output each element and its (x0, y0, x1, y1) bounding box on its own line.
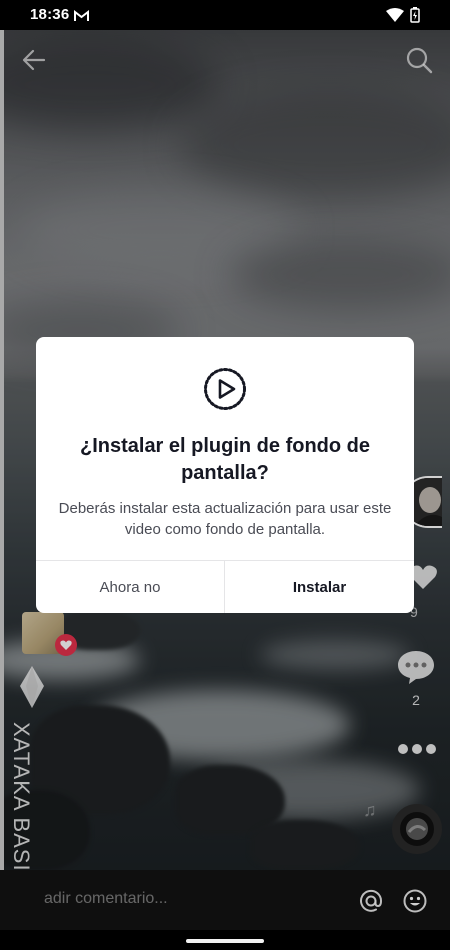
battery-charging-icon (410, 7, 420, 28)
home-indicator[interactable] (186, 939, 264, 943)
install-button[interactable]: Instalar (225, 561, 414, 613)
install-plugin-dialog: ¿Instalar el plugin de fondo de pantalla… (36, 337, 414, 613)
dialog-message: Deberás instalar esta actualización para… (58, 500, 392, 538)
status-time: 18:36 (30, 6, 70, 23)
not-now-button[interactable]: Ahora no (36, 561, 224, 613)
screen: 18:36 9 2 ♫ XATAKA BASICS adir comentari… (0, 0, 450, 950)
dialog-title: ¿Instalar el plugin de fondo de pantalla… (79, 435, 370, 484)
gmail-icon (74, 9, 89, 27)
status-bar: 18:36 (0, 0, 450, 30)
play-circle-dotted-icon (203, 367, 247, 411)
wifi-icon (386, 8, 404, 27)
